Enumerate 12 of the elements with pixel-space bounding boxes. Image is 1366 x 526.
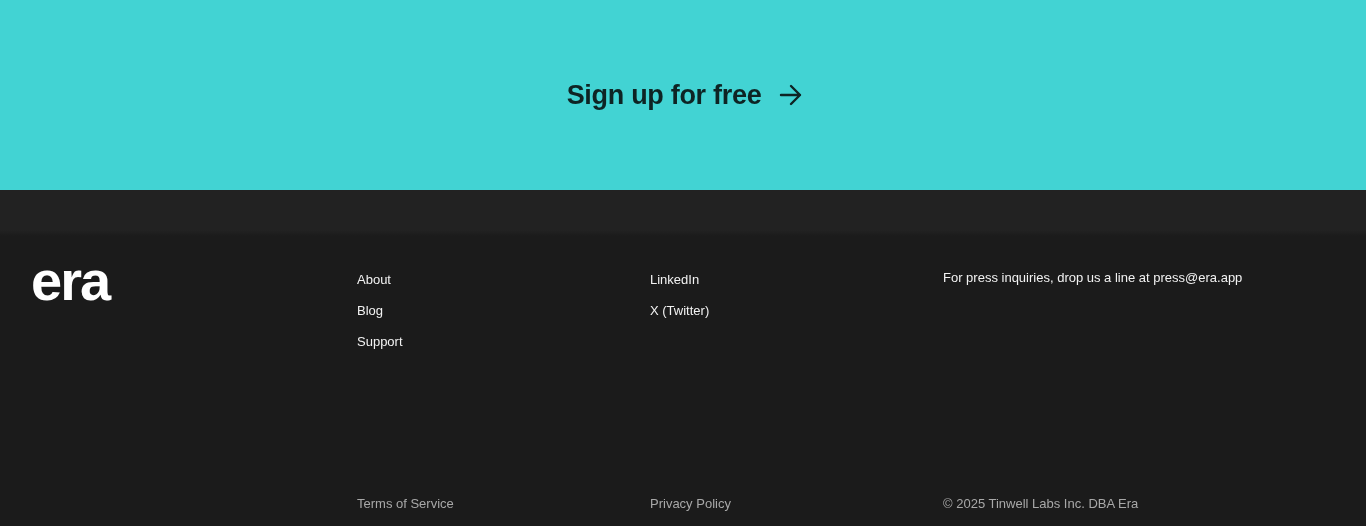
sign-up-link[interactable]: Sign up for free xyxy=(566,79,804,111)
footer-link[interactable]: Blog xyxy=(357,302,384,319)
logo[interactable]: era xyxy=(31,261,110,301)
footer-link[interactable]: Support xyxy=(357,333,403,350)
copyright-text: © 2025 Tinwell Labs Inc. DBA Era xyxy=(943,496,1139,511)
footer-link[interactable]: LinkedIn xyxy=(650,271,700,288)
privacy-link[interactable]: Privacy Policy xyxy=(650,496,731,511)
press-note: For press inquiries, drop us a line at press@era.app xyxy=(943,269,1243,286)
footer-link[interactable]: About xyxy=(357,271,391,288)
arrow-right-icon xyxy=(779,84,804,106)
terms-link[interactable]: Terms of Service xyxy=(357,496,454,511)
footer-link[interactable]: X (Twitter) xyxy=(650,302,710,319)
